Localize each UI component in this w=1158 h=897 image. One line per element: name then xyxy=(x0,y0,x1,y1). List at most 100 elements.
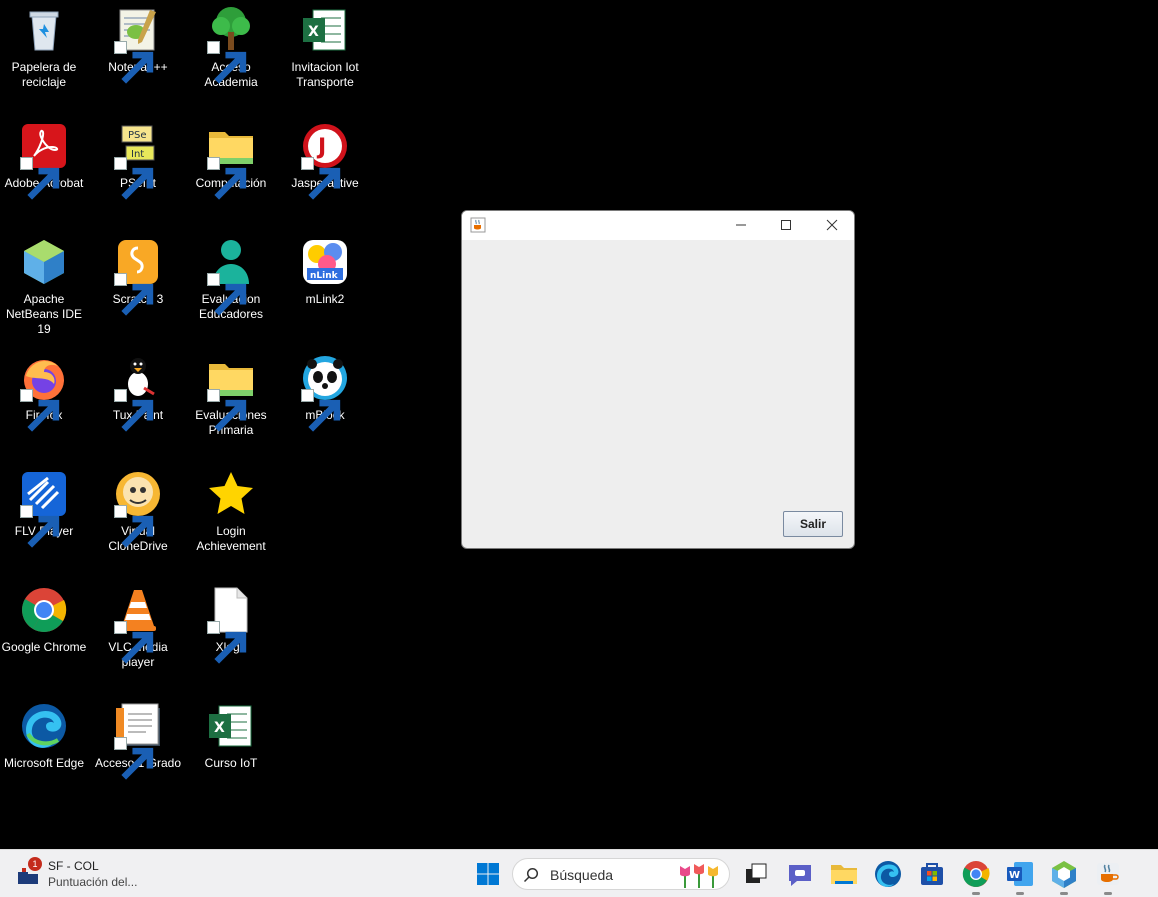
folder-icon xyxy=(207,354,255,432)
desktop-icon-xlogo[interactable]: Xlogo xyxy=(184,582,278,692)
start-button[interactable] xyxy=(473,859,503,889)
java-coffee-icon xyxy=(470,217,486,233)
maximize-button[interactable] xyxy=(763,211,809,240)
shortcut-arrow-icon xyxy=(114,273,154,316)
taskbar-search-box[interactable]: Búsqueda xyxy=(512,858,730,890)
firefox-icon xyxy=(20,354,68,432)
user-icon xyxy=(207,238,255,316)
teams-chat-button[interactable] xyxy=(785,859,815,889)
desktop-icon-scratch-3[interactable]: Scratch 3 xyxy=(91,234,185,344)
desktop-icon-jasperactive[interactable]: J Jasperactive xyxy=(278,118,372,228)
shortcut-arrow-icon xyxy=(20,505,60,548)
netbeans-icon xyxy=(1052,861,1076,888)
desktop-icon-flv-player[interactable]: FLV Player xyxy=(0,466,91,576)
microsoft-store-button[interactable] xyxy=(917,859,947,889)
shortcut-arrow-icon xyxy=(301,389,341,432)
shortcut-arrow-icon xyxy=(20,157,60,200)
tux-paint-icon xyxy=(114,354,162,432)
search-placeholder: Búsqueda xyxy=(550,867,614,883)
svg-text:PSe: PSe xyxy=(128,130,147,141)
shortcut-arrow-icon xyxy=(301,157,341,200)
notification-badge: 1 xyxy=(28,857,42,871)
mlink-icon: nLink xyxy=(301,238,349,286)
word-icon: W xyxy=(1007,862,1033,886)
running-indicator xyxy=(1104,892,1112,895)
window-titlebar[interactable] xyxy=(462,211,854,240)
desktop-icon-mblock[interactable]: mBlock xyxy=(278,350,372,460)
scratch-icon xyxy=(114,238,162,316)
minimize-icon xyxy=(736,224,746,226)
desktop-icon-computacion[interactable]: Computación xyxy=(184,118,278,228)
chrome-icon xyxy=(962,861,990,887)
desktop-icon-evaluaciones-primaria[interactable]: Evaluaciones Primaria xyxy=(184,350,278,460)
running-indicator xyxy=(1016,892,1024,895)
desktop-icon-acceso-1-grado[interactable]: Acceso 1 Grado xyxy=(91,698,185,808)
pseint-icon: PSe Int xyxy=(114,122,162,200)
shortcut-arrow-icon xyxy=(207,389,247,432)
svg-text:X: X xyxy=(214,720,225,736)
task-view-button[interactable] xyxy=(741,859,771,889)
desktop-icon-login-achievement[interactable]: Login Achievement xyxy=(184,466,278,576)
adobe-acrobat-icon xyxy=(20,122,68,200)
java-app-taskbar-button[interactable] xyxy=(1093,859,1123,895)
close-button[interactable] xyxy=(809,211,854,240)
java-app-window[interactable]: Salir xyxy=(461,210,855,549)
desktop-icon-microsoft-edge[interactable]: Microsoft Edge xyxy=(0,698,91,808)
file-explorer-icon xyxy=(831,865,857,884)
desktop-icon-acceso-academia[interactable]: Acceso Academia xyxy=(184,2,278,112)
desktop-icon-mlink2[interactable]: nLink mLink2 xyxy=(278,234,372,344)
desktop-icon-recycle-bin[interactable]: Papelera de reciclaje xyxy=(0,2,91,112)
virtual-clonedrive-icon xyxy=(114,470,162,548)
close-icon xyxy=(826,219,838,231)
desktop-icon-label: Curso IoT xyxy=(204,756,258,770)
shortcut-arrow-icon xyxy=(114,621,154,664)
desktop-icon-pseint[interactable]: PSe Int PSeInt xyxy=(91,118,185,228)
microsoft-store-icon xyxy=(921,863,943,885)
search-icon xyxy=(523,867,539,883)
netbeans-taskbar-button[interactable] xyxy=(1049,859,1079,895)
shortcut-arrow-icon xyxy=(207,621,247,664)
shortcut-arrow-icon xyxy=(114,505,154,548)
folder-icon xyxy=(207,122,255,200)
desktop-icon-tux-paint[interactable]: Tux Paint xyxy=(91,350,185,460)
desktop-icon-netbeans[interactable]: Apache NetBeans IDE 19 xyxy=(0,234,91,344)
desktop-icon-label: Apache NetBeans IDE 19 xyxy=(5,292,83,336)
shortcut-arrow-icon xyxy=(20,389,60,432)
desktop-icon-google-chrome[interactable]: Google Chrome xyxy=(0,582,91,692)
exit-button[interactable]: Salir xyxy=(783,511,843,537)
desktop-icon-virtual-clonedrive[interactable]: Virtual CloneDrive xyxy=(91,466,185,576)
shortcut-arrow-icon xyxy=(114,157,154,200)
shortcut-arrow-icon xyxy=(114,737,154,780)
desktop-icon-invitacion-iot[interactable]: X Invitacion Iot Transporte xyxy=(278,2,372,112)
netbeans-icon xyxy=(20,238,68,286)
minimize-button[interactable] xyxy=(718,211,764,240)
edge-button[interactable] xyxy=(873,859,903,889)
desktop-icon-curso-iot[interactable]: X Curso IoT xyxy=(184,698,278,808)
teams-chat-icon xyxy=(789,865,811,886)
desktop-icon-firefox[interactable]: Firefox xyxy=(0,350,91,460)
desktop-icon-label: Login Achievement xyxy=(196,524,266,553)
widget-title: SF - COL xyxy=(48,859,99,873)
star-icon xyxy=(207,470,255,518)
tree-icon xyxy=(207,6,255,84)
word-button[interactable]: W xyxy=(1005,859,1035,895)
desktop-icon-evaluacion-educadores[interactable]: Evaluacion Educadores xyxy=(184,234,278,344)
maximize-icon xyxy=(781,220,791,230)
svg-text:X: X xyxy=(308,24,319,40)
chrome-icon xyxy=(20,586,68,634)
excel-icon: X xyxy=(301,6,349,54)
desktop-icon-vlc[interactable]: VLC media player xyxy=(91,582,185,692)
shortcut-arrow-icon xyxy=(207,41,247,84)
chrome-taskbar-button[interactable] xyxy=(961,859,991,895)
desktop-icon-label: Google Chrome xyxy=(1,640,87,654)
taskbar: 1 SF - COL Puntuación del... Búsqueda W xyxy=(0,849,1158,897)
shortcut-arrow-icon xyxy=(114,41,154,84)
widgets-news-item[interactable]: 1 SF - COL Puntuación del... xyxy=(16,857,166,892)
desktop-icon-adobe-acrobat[interactable]: Adobe Acrobat xyxy=(0,118,91,228)
svg-text:J: J xyxy=(316,135,326,160)
excel-icon: X xyxy=(207,702,255,750)
desktop-icon-notepad-plus-plus[interactable]: Notepad++ xyxy=(91,2,185,112)
running-indicator xyxy=(972,892,980,895)
recycle-bin-icon xyxy=(20,6,68,54)
file-explorer-button[interactable] xyxy=(829,859,859,889)
